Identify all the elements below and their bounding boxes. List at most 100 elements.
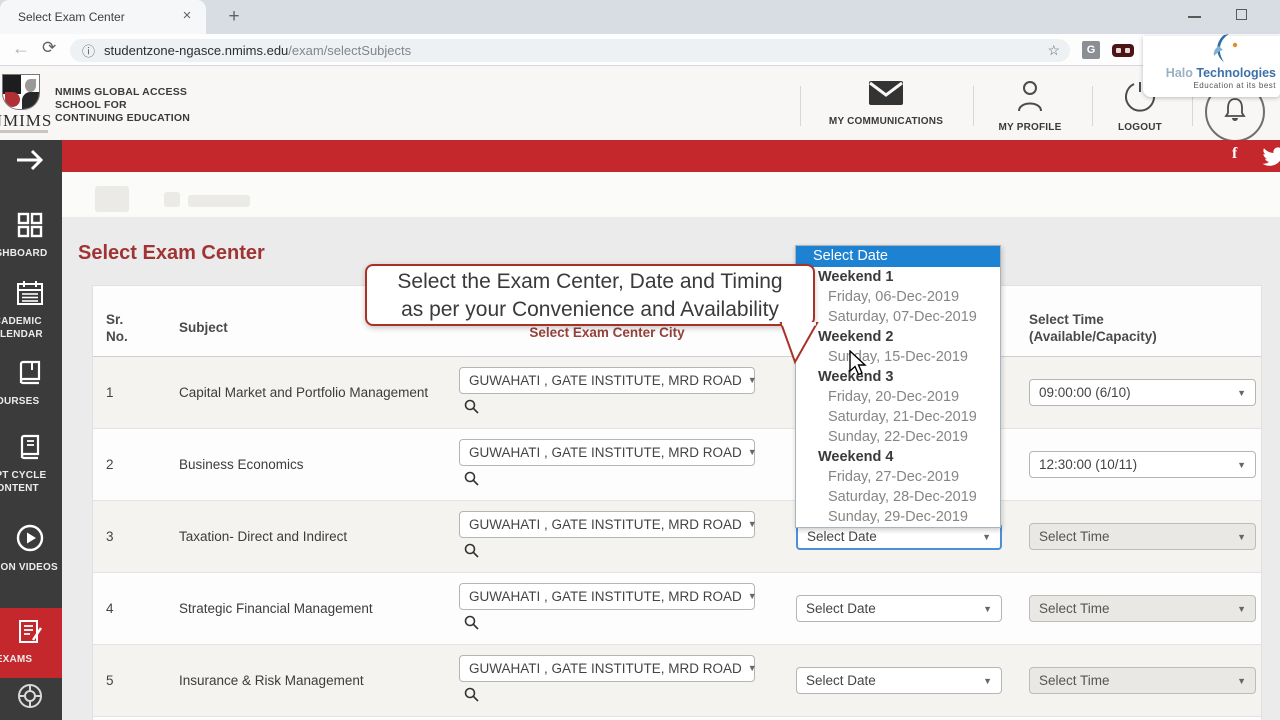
nmims-logo[interactable]: NMIMS xyxy=(0,72,54,138)
power-icon xyxy=(1124,82,1156,116)
dropdown-option[interactable]: Saturday, 07-Dec-2019 xyxy=(796,307,1000,327)
envelope-icon xyxy=(868,81,904,110)
time-select[interactable]: Select Time ▼ xyxy=(1029,595,1256,622)
search-icon[interactable] xyxy=(464,687,796,707)
dropdown-group: Weekend 2 xyxy=(818,329,894,345)
sidebar-item-session-videos[interactable]: SESSION VIDEOS xyxy=(0,524,62,574)
url-domain: studentzone-ngasce.nmims.edu xyxy=(104,43,289,58)
nav-my-profile[interactable]: MY PROFILE xyxy=(995,80,1065,133)
page-title: Select Exam Center xyxy=(78,242,265,264)
search-icon[interactable] xyxy=(464,399,796,419)
red-nav-bar: f xyxy=(0,140,1280,172)
exam-center-select[interactable]: GUWAHATI , GATE INSTITUTE, MRD ROAD ▼ xyxy=(459,654,757,682)
exam-center-select[interactable]: GUWAHATI , GATE INSTITUTE, MRD ROAD ▼ xyxy=(459,366,757,394)
exam-center-select[interactable]: GUWAHATI , GATE INSTITUTE, MRD ROAD ▼ xyxy=(459,438,757,466)
extension-mask-icon[interactable] xyxy=(1112,44,1134,57)
back-icon[interactable]: ← xyxy=(12,38,30,59)
dropdown-group: Weekend 1 xyxy=(818,269,894,285)
date-select[interactable]: Select Date ▼ xyxy=(796,595,1002,622)
nmims-logo-subline xyxy=(0,130,48,133)
sidebar-expand-button[interactable] xyxy=(0,148,62,177)
search-icon[interactable] xyxy=(464,615,796,635)
time-select[interactable]: 12:30:00 (10/11) ▼ xyxy=(1029,451,1256,478)
sidebar-item-courses[interactable]: COURSES xyxy=(0,360,62,408)
tab-title: Select Exam Center xyxy=(18,10,125,24)
tooltip-tail xyxy=(779,322,819,365)
date-select[interactable]: Select Date ▼ xyxy=(796,667,1002,694)
date-dropdown-list: Select Date Weekend 1 Friday, 06-Dec-201… xyxy=(795,245,1001,528)
search-icon[interactable] xyxy=(464,543,796,563)
search-icon[interactable] xyxy=(464,471,796,491)
nav-my-communications[interactable]: MY COMMUNICATIONS xyxy=(820,80,952,127)
exam-clipboard-icon xyxy=(0,618,62,649)
dropdown-option[interactable]: Sunday, 22-Dec-2019 xyxy=(796,427,1000,447)
twitter-icon[interactable] xyxy=(1262,147,1280,172)
chevron-down-icon: ▼ xyxy=(747,519,757,529)
chevron-down-icon: ▼ xyxy=(1237,603,1246,614)
facebook-icon[interactable]: f xyxy=(1232,145,1237,163)
nmims-shield-icon xyxy=(2,74,40,110)
dropdown-option[interactable]: Friday, 20-Dec-2019 xyxy=(796,387,1000,407)
dropdown-option-selected[interactable]: Select Date xyxy=(796,246,1000,267)
calendar-icon xyxy=(0,280,62,311)
chevron-down-icon: ▼ xyxy=(747,375,757,385)
subject: Business Economics xyxy=(179,456,304,472)
dropdown-option[interactable]: Saturday, 21-Dec-2019 xyxy=(796,407,1000,427)
col-header-subject: Subject xyxy=(179,320,228,335)
table-row: 5 Insurance & Risk Management GUWAHATI ,… xyxy=(93,645,1261,717)
sr-no: 4 xyxy=(106,601,114,616)
chevron-down-icon: ▼ xyxy=(1237,531,1246,542)
school-name: NMIMS GLOBAL ACCESS SCHOOL FOR CONTINUIN… xyxy=(55,86,191,124)
time-select[interactable]: Select Time ▼ xyxy=(1029,523,1256,550)
dropdown-option[interactable]: Saturday, 28-Dec-2019 xyxy=(796,487,1000,507)
time-select[interactable]: 09:00:00 (6/10) ▼ xyxy=(1029,379,1256,406)
header-divider xyxy=(973,86,974,126)
subject: Strategic Financial Management xyxy=(179,600,373,616)
sidebar: DASHBOARD ACADEMIC CALENDAR COURSES SEPT… xyxy=(0,140,62,720)
notebook-icon xyxy=(0,434,62,465)
halo-technologies-watermark: Halo Technologies Education at its best xyxy=(1143,34,1280,97)
exam-center-select[interactable]: GUWAHATI , GATE INSTITUTE, MRD ROAD ▼ xyxy=(459,510,757,538)
sidebar-item-academic-calendar[interactable]: ACADEMIC CALENDAR xyxy=(0,280,62,341)
bookmark-star-icon[interactable]: ☆ xyxy=(1047,42,1060,59)
dropdown-option[interactable]: Friday, 06-Dec-2019 xyxy=(796,287,1000,307)
window-minimize-button[interactable] xyxy=(1188,16,1201,18)
sidebar-item-support[interactable] xyxy=(0,682,62,715)
sidebar-item-cycle-content[interactable]: SEPT CYCLE CONTENT xyxy=(0,434,62,495)
chevron-down-icon: ▼ xyxy=(1237,459,1246,470)
tab-close-icon[interactable]: × xyxy=(178,8,196,26)
play-circle-icon xyxy=(0,524,62,557)
subject: Taxation- Direct and Indirect xyxy=(179,528,348,544)
address-bar[interactable]: ⓘ studentzone-ngasce.nmims.edu /exam/sel… xyxy=(70,39,1070,62)
sidebar-item-dashboard[interactable]: DASHBOARD xyxy=(0,212,62,260)
col-header-exam-center-city: Select Exam Center City xyxy=(529,325,685,340)
time-select[interactable]: Select Time ▼ xyxy=(1029,667,1256,694)
chevron-down-icon: ▼ xyxy=(1237,675,1246,686)
main-content: Select Exam Center Sr. No. Subject Selec… xyxy=(62,172,1280,720)
new-tab-button[interactable]: + xyxy=(222,6,246,30)
table-row: 3 Taxation- Direct and Indirect GUWAHATI… xyxy=(93,501,1261,573)
nmims-logo-text: NMIMS xyxy=(0,111,53,130)
site-header xyxy=(0,66,1280,140)
chevron-down-icon: ▼ xyxy=(983,603,992,614)
reload-icon[interactable]: ⟳ xyxy=(42,38,56,58)
table-row: 2 Business Economics GUWAHATI , GATE INS… xyxy=(93,429,1261,501)
extension-g-icon[interactable]: G xyxy=(1082,41,1100,59)
halo-brand-text: Halo Technologies xyxy=(1165,66,1276,80)
exam-center-select[interactable]: GUWAHATI , GATE INSTITUTE, MRD ROAD ▼ xyxy=(459,582,757,610)
page-info-icon[interactable]: ⓘ xyxy=(82,41,95,60)
header-divider xyxy=(800,86,801,126)
window-restore-button[interactable] xyxy=(1236,5,1252,20)
subject: Capital Market and Portfolio Management xyxy=(179,384,429,400)
table-row: 1 Capital Market and Portfolio Managemen… xyxy=(93,357,1261,429)
chevron-down-icon: ▼ xyxy=(1237,387,1246,398)
dropdown-option[interactable]: Sunday, 15-Dec-2019 xyxy=(796,347,1000,367)
breadcrumb-faded-icon xyxy=(164,192,180,207)
browser-tab[interactable]: Select Exam Center × xyxy=(0,0,206,34)
sidebar-item-exams[interactable]: EXAMS xyxy=(0,608,62,678)
chevron-down-icon: ▼ xyxy=(983,675,992,686)
dropdown-option[interactable]: Sunday, 29-Dec-2019 xyxy=(796,507,1000,527)
subject: Insurance & Risk Management xyxy=(179,672,364,688)
dropdown-option[interactable]: Friday, 27-Dec-2019 xyxy=(796,467,1000,487)
breadcrumb-faded-icon xyxy=(95,186,129,212)
